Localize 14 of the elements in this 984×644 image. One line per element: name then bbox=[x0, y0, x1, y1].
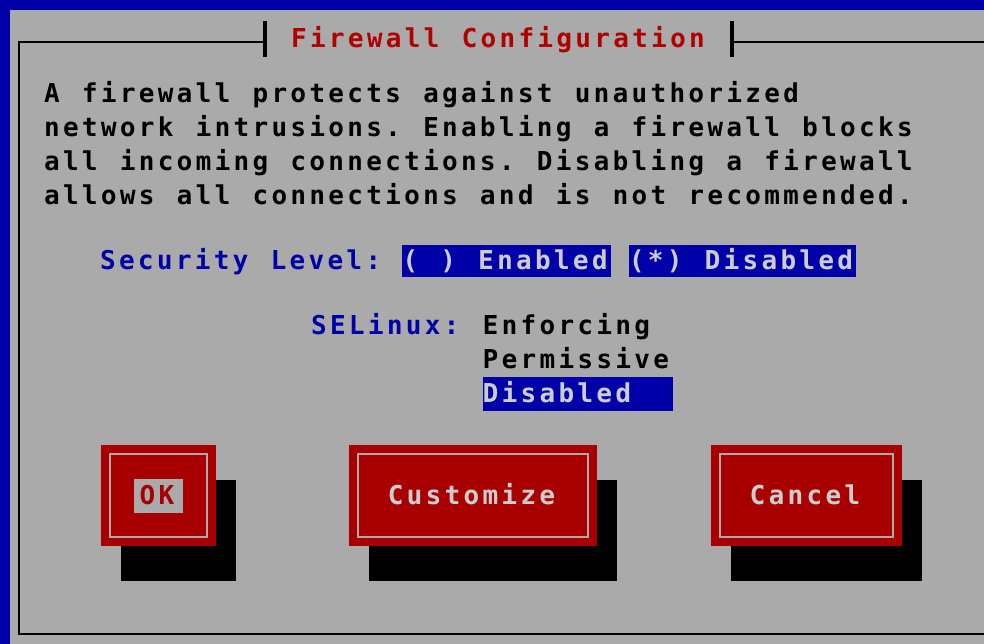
dialog-title: Firewall Configuration bbox=[263, 21, 734, 57]
dialog-button[interactable]: Customize bbox=[349, 445, 597, 546]
radio-option[interactable]: ( ) Enabled bbox=[402, 245, 611, 277]
description-text: network intrusions. Enabling a firewall blocks bbox=[44, 112, 917, 145]
radio-option[interactable]: (*) Disabled bbox=[628, 245, 856, 277]
security-level-label: Security Level: bbox=[100, 245, 384, 277]
dialog-button[interactable]: Cancel bbox=[711, 445, 902, 546]
list-item[interactable]: Permissive bbox=[482, 343, 673, 377]
description-text: all incoming connections. Disabling a firewall bbox=[44, 146, 917, 179]
description-text: allows all connections and is not recommended. bbox=[44, 180, 917, 213]
selinux-label: SELinux: bbox=[311, 310, 463, 343]
list-item[interactable]: Disabled bbox=[482, 377, 673, 411]
description-text: A firewall protects against unauthorized bbox=[44, 78, 804, 111]
list-item[interactable]: Enforcing bbox=[482, 309, 673, 343]
